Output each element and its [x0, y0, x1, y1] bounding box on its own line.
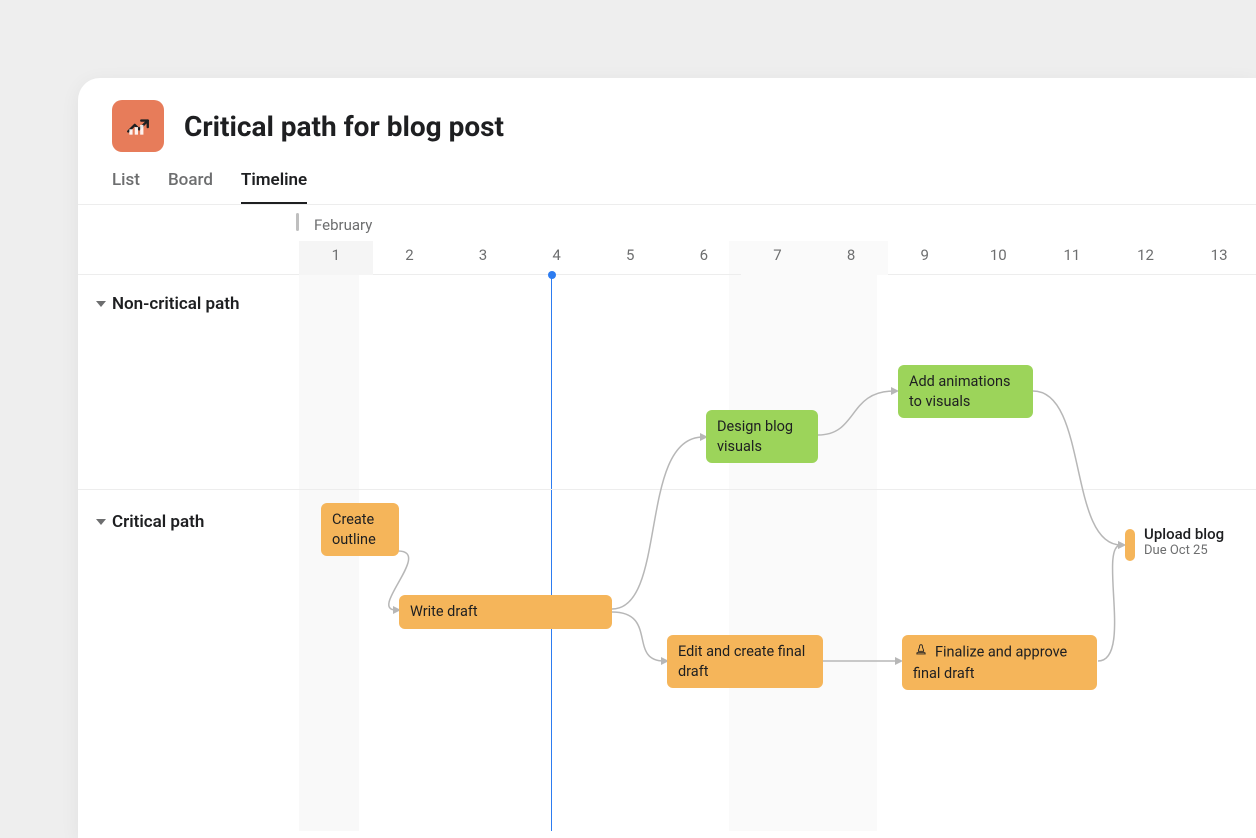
day-3[interactable]: 3	[446, 241, 520, 275]
task-design-visuals[interactable]: Design blog visuals	[706, 410, 818, 463]
day-10[interactable]: 10	[961, 241, 1035, 275]
day-13[interactable]: 13	[1182, 241, 1256, 275]
task-finalize-draft[interactable]: Finalize and approve final draft	[902, 635, 1097, 690]
section-label: Non-critical path	[112, 294, 239, 314]
milestone-label: Upload blog	[1144, 525, 1224, 543]
project-title: Critical path for blog post	[184, 110, 504, 143]
day-9[interactable]: 9	[888, 241, 962, 275]
project-icon	[112, 100, 164, 152]
task-label: Edit and create final draft	[678, 643, 805, 680]
day-7[interactable]: 7	[741, 241, 815, 275]
tab-timeline[interactable]: Timeline	[241, 170, 307, 204]
caret-down-icon	[96, 301, 106, 307]
month-mark	[296, 213, 299, 231]
stamp-icon	[913, 642, 929, 664]
month-label: February	[314, 216, 372, 234]
title-row: Critical path for blog post	[112, 100, 1222, 152]
section-non-critical[interactable]: Non-critical path	[96, 294, 239, 314]
day-12[interactable]: 12	[1109, 241, 1183, 275]
day-1[interactable]: 1	[299, 241, 373, 275]
milestone-upload[interactable]: Upload blog Due Oct 25	[1144, 525, 1224, 558]
task-label: Finalize and approve final draft	[913, 644, 1067, 682]
task-label: Write draft	[410, 603, 478, 620]
day-11[interactable]: 11	[1035, 241, 1109, 275]
task-write-draft[interactable]: Write draft	[399, 595, 612, 629]
day-8[interactable]: 8	[814, 241, 888, 275]
day-5[interactable]: 5	[593, 241, 667, 275]
task-add-animations[interactable]: Add animations to visuals	[898, 365, 1033, 418]
days-row: 1 2 3 4 5 6 7 8 9 10 11 12 13	[299, 241, 1256, 275]
project-window: Critical path for blog post List Board T…	[78, 78, 1256, 838]
milestone-due: Due Oct 25	[1144, 543, 1224, 558]
task-edit-draft[interactable]: Edit and create final draft	[667, 635, 823, 688]
view-tabs: List Board Timeline	[112, 170, 1222, 204]
tab-board[interactable]: Board	[168, 170, 213, 204]
day-header: 1 2 3 4 5 6 7 8 9 10 11 12 13	[78, 241, 1256, 275]
section-label: Critical path	[112, 512, 204, 532]
section-divider	[78, 489, 1256, 490]
today-line	[551, 275, 552, 831]
task-label: Create outline	[332, 511, 376, 548]
header: Critical path for blog post List Board T…	[78, 78, 1256, 204]
task-label: Design blog visuals	[717, 418, 793, 455]
timeline-area[interactable]: February 1 2 3 4 5 6 7 8 9 10 11 12 13	[78, 204, 1256, 831]
task-create-outline[interactable]: Create outline	[321, 503, 399, 556]
task-label: Add animations to visuals	[909, 373, 1010, 410]
section-critical[interactable]: Critical path	[96, 512, 204, 532]
day-2[interactable]: 2	[373, 241, 447, 275]
weekend-highlight	[729, 241, 877, 831]
day-6[interactable]: 6	[667, 241, 741, 275]
tab-list[interactable]: List	[112, 170, 140, 204]
today-marker-icon	[548, 271, 556, 279]
caret-down-icon	[96, 519, 106, 525]
chart-trend-icon	[125, 113, 151, 139]
connectors	[78, 205, 1256, 831]
milestone-upload-bar[interactable]	[1125, 529, 1135, 561]
day-4[interactable]: 4	[520, 241, 594, 275]
